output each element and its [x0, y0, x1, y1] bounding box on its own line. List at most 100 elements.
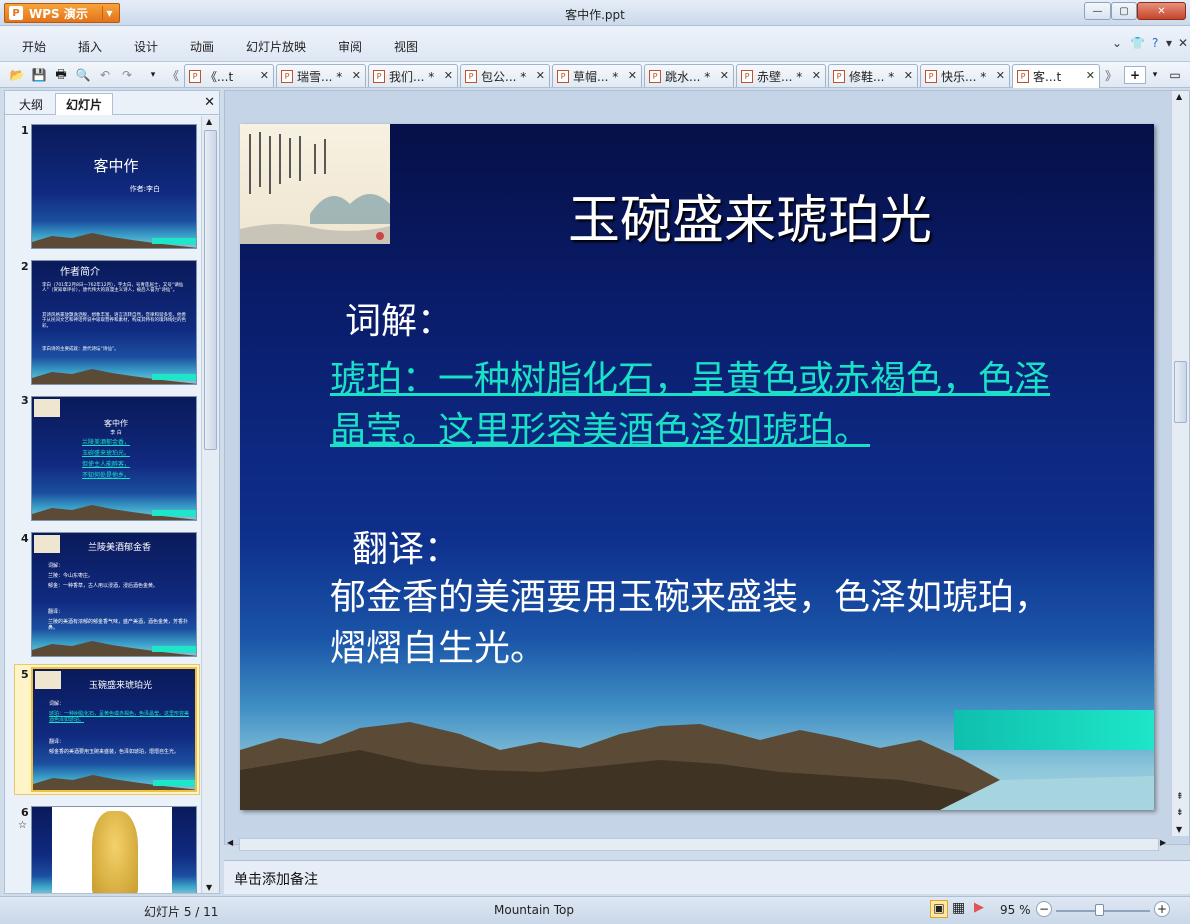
menu-insert[interactable]: 插入 [78, 38, 102, 55]
translate-label[interactable]: 翻译： [352, 520, 460, 572]
ppt-file-icon: P [649, 69, 661, 83]
print-preview-icon[interactable]: 🔍 [74, 66, 92, 84]
doc-tab[interactable]: P 草帽... * ✕ [552, 64, 642, 87]
editor-horizontal-scrollbar[interactable]: ◀ ▶ [225, 836, 1189, 854]
close-button[interactable]: ✕ [1137, 2, 1186, 20]
menu-slideshow[interactable]: 幻灯片放映 [246, 38, 306, 55]
ppt-file-icon: P [1017, 70, 1029, 83]
new-tab-icon[interactable]: + [1124, 66, 1146, 84]
tab-close-icon[interactable]: ✕ [1086, 69, 1095, 82]
tab-close-icon[interactable]: ✕ [352, 69, 361, 82]
thumbnail-scrollbar[interactable]: ▲ ▼ [201, 116, 219, 893]
tabs-scroll-left-icon[interactable]: 《 [164, 66, 182, 84]
print-icon[interactable]: 🖶 [52, 66, 70, 84]
slide-thumbnail-5[interactable]: 玉碗盛来琥珀光 词解： 琥珀：一种树脂化石，呈黄色或赤褐色，色泽晶莹。这里形容美… [31, 667, 197, 792]
thumb-text: 李白诗的主要成就：唐代诗坛“诗仙”。 [42, 347, 119, 352]
thumb-number: 2 [21, 260, 29, 273]
undo-icon[interactable]: ↶ [96, 66, 114, 84]
help-icon[interactable]: ? [1152, 36, 1158, 50]
slides-panel: 大纲 幻灯片 ✕ 1 客中作 作者:李白 2 作者简介 李白（701年2月8日—… [4, 90, 220, 894]
scroll-up-icon[interactable]: ▲ [206, 117, 212, 126]
quick-access-toolbar: 📂 💾 🖶 🔍 ↶ ↷ ▾ 《 P 《...t ✕ P 瑞雪... * ✕ P 我们...… [0, 62, 1190, 88]
tab-close-icon[interactable]: ✕ [812, 69, 821, 82]
explain-label[interactable]: 词解： [345, 292, 453, 344]
document-title: 客中作.ppt [565, 8, 625, 22]
tab-close-icon[interactable]: ✕ [996, 69, 1005, 82]
customize-toolbar-icon[interactable]: ▾ [144, 66, 162, 84]
menu-bar: 开始 插入 设计 动画 幻灯片放映 审阅 视图 ⌄ 👕 ? ▾ ✕ [0, 26, 1190, 62]
editor-vertical-scrollbar[interactable]: ▲ ⇞ ⇟ ▼ [1171, 91, 1189, 836]
thumb-text: 词解： [49, 701, 65, 707]
tab-close-icon[interactable]: ✕ [720, 69, 729, 82]
tab-close-icon[interactable]: ✕ [536, 69, 545, 82]
notes-placeholder[interactable]: 单击添加备注 [234, 872, 318, 888]
doc-tab[interactable]: P 瑞雪... * ✕ [276, 64, 366, 87]
next-slide-icon[interactable]: ⇟ [1176, 808, 1184, 818]
slide-title[interactable]: 玉碗盛来琥珀光 [470, 178, 1030, 253]
thumb-text: 李白（701年2月8日—762年12月），字太白，号青莲居士，又号“谪仙人”（贺… [42, 283, 184, 294]
slide-thumbnail-2[interactable]: 作者简介 李白（701年2月8日—762年12月），字太白，号青莲居士，又号“谪… [31, 260, 197, 385]
doc-tab[interactable]: P 《...t ✕ [184, 64, 274, 87]
slide-sorter-icon[interactable]: ▦ [952, 900, 965, 916]
tabs-scroll-right-icon[interactable]: 》 [1102, 66, 1120, 84]
doc-tab-active[interactable]: P 客...t ✕ [1012, 64, 1100, 88]
tab-close-icon[interactable]: ✕ [628, 69, 637, 82]
tab-close-icon[interactable]: ✕ [444, 69, 453, 82]
explain-text[interactable]: 琥珀：一种树脂化石，呈黄色或赤褐色，色泽晶莹。这里形容美酒色泽如琥珀。 [330, 354, 1070, 456]
scroll-down-icon[interactable]: ▼ [1176, 825, 1182, 834]
collapse-ribbon-icon[interactable]: ⌄ [1112, 36, 1122, 50]
slideshow-icon[interactable]: ▶ [974, 900, 984, 915]
scrollbar-thumb[interactable] [1174, 361, 1187, 423]
tab-close-icon[interactable]: ✕ [904, 69, 913, 82]
zoom-level[interactable]: 95 % [1000, 903, 1031, 917]
panel-close-icon[interactable]: ✕ [204, 95, 215, 110]
tab-close-icon[interactable]: ✕ [260, 69, 269, 82]
scroll-down-icon[interactable]: ▼ [206, 883, 212, 892]
slide-thumbnail-3[interactable]: 客中作 李 白 兰陵美酒郁金香， 玉碗盛来琥珀光。 但使主人能醉客， 不知何处是… [31, 396, 197, 521]
tab-slides[interactable]: 幻灯片 [55, 93, 113, 115]
help-dropdown-icon[interactable]: ▾ [1166, 36, 1172, 50]
close-doc-icon[interactable]: ✕ [1178, 36, 1188, 50]
zoom-slider-thumb[interactable] [1095, 904, 1104, 916]
menu-view[interactable]: 视图 [394, 38, 418, 55]
menu-animation[interactable]: 动画 [190, 38, 214, 55]
open-icon[interactable]: 📂 [8, 66, 26, 84]
doc-tab[interactable]: P 赤壁... * ✕ [736, 64, 826, 87]
scrollbar-track[interactable] [239, 838, 1159, 851]
doc-tab[interactable]: P 跳水... * ✕ [644, 64, 734, 87]
scroll-left-icon[interactable]: ◀ [227, 838, 233, 847]
menu-review[interactable]: 审阅 [338, 38, 362, 55]
translate-text[interactable]: 郁金香的美酒要用玉碗来盛装，色泽如琥珀，熠熠自生光。 [330, 572, 1070, 674]
doc-tab[interactable]: P 包公... * ✕ [460, 64, 550, 87]
save-icon[interactable]: 💾 [30, 66, 48, 84]
menu-design[interactable]: 设计 [134, 38, 158, 55]
doc-tab[interactable]: P 快乐... * ✕ [920, 64, 1010, 87]
skin-icon[interactable]: 👕 [1130, 36, 1145, 50]
mountain-graphic [32, 233, 196, 248]
menu-home[interactable]: 开始 [22, 38, 46, 55]
notes-pane[interactable]: 单击添加备注 [224, 860, 1190, 894]
ppt-file-icon: P [189, 69, 201, 83]
tab-outline[interactable]: 大纲 [9, 93, 53, 115]
scrollbar-thumb[interactable] [204, 130, 217, 450]
tab-list-icon[interactable]: ▭ [1166, 66, 1184, 84]
new-tab-dropdown-icon[interactable]: ▾ [1146, 66, 1164, 84]
prev-slide-icon[interactable]: ⇞ [1176, 792, 1184, 802]
slide-thumbnail-1[interactable]: 客中作 作者:李白 [31, 124, 197, 249]
thumb-title: 客中作 [93, 157, 139, 175]
slide-thumbnail-4[interactable]: 兰陵美酒郁金香 词解： 兰陵：今山东枣庄。 郁金：一种香草，古人用以浸酒，浸后酒… [31, 532, 197, 657]
normal-view-icon[interactable]: ▣ [930, 900, 948, 918]
zoom-in-icon[interactable]: + [1154, 901, 1170, 917]
minimize-button[interactable]: — [1084, 2, 1111, 20]
scroll-right-icon[interactable]: ▶ [1160, 838, 1166, 847]
tab-label: 修鞋... * [849, 69, 895, 84]
zoom-out-icon[interactable]: − [1036, 901, 1052, 917]
redo-icon[interactable]: ↷ [118, 66, 136, 84]
doc-tab[interactable]: P 修鞋... * ✕ [828, 64, 918, 87]
slide-thumbnail-6[interactable] [31, 806, 197, 893]
thumb-number: 1 [21, 124, 29, 137]
doc-tab[interactable]: P 我们... * ✕ [368, 64, 458, 87]
maximize-button[interactable]: ▢ [1111, 2, 1137, 20]
slide-canvas[interactable]: 玉碗盛来琥珀光 词解： 琥珀：一种树脂化石，呈黄色或赤褐色，色泽晶莹。这里形容美… [240, 124, 1154, 810]
scroll-up-icon[interactable]: ▲ [1176, 92, 1182, 101]
